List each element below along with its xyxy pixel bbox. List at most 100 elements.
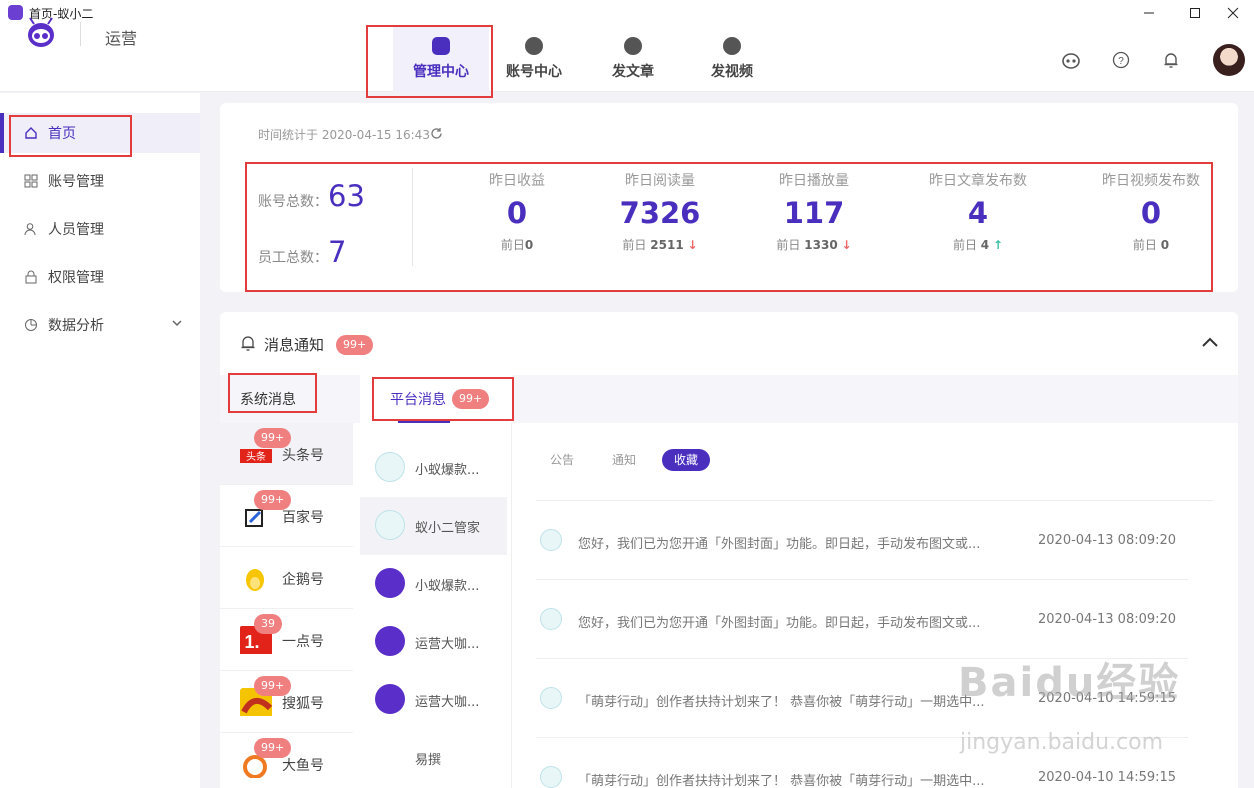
ant-avatar-icon xyxy=(375,452,405,482)
channel-item[interactable]: 小蚁爆款... xyxy=(360,555,507,613)
source-name: 搜狐号 xyxy=(282,696,324,712)
message-text: 「萌芽行动」创作者扶持计划来了！ 恭喜你被「萌芽行动」一期选中... xyxy=(578,774,985,788)
message-text: 您好，我们已为您开通「外图封面」功能。即日起，手动发布图文或... xyxy=(578,537,981,552)
source-name: 百家号 xyxy=(282,510,324,526)
channel-name: 蚁小二管家 xyxy=(415,521,481,536)
ant-avatar-icon xyxy=(375,684,405,714)
minimize-button[interactable] xyxy=(1126,0,1172,26)
close-icon xyxy=(1227,7,1239,19)
channel-item[interactable]: 小蚁爆款... xyxy=(360,439,507,497)
video-icon xyxy=(723,37,741,55)
source-item-sohu[interactable]: 99+ 搜狐号 xyxy=(220,671,353,733)
bell-icon xyxy=(241,336,255,351)
nav-tab-label: 账号中心 xyxy=(506,64,562,80)
robot-button[interactable] xyxy=(1061,50,1081,70)
source-name: 企鹅号 xyxy=(282,572,324,588)
sidebar-item-analytics[interactable]: 数据分析 xyxy=(0,305,200,345)
sidebar-item-permissions[interactable]: 权限管理 xyxy=(0,257,200,297)
ant-avatar-icon xyxy=(540,687,562,709)
channel-name: 运营大咖... xyxy=(415,637,480,652)
message-time: 2020-04-13 08:09:20 xyxy=(1038,533,1177,548)
source-name: 头条号 xyxy=(282,448,324,464)
source-badge: 39 xyxy=(254,614,282,634)
messages-badge: 99+ xyxy=(336,335,374,355)
help-button[interactable]: ? xyxy=(1111,50,1131,70)
title-bar xyxy=(0,0,1254,26)
channel-item[interactable]: 运营大咖... xyxy=(360,671,507,729)
annotation-box xyxy=(372,377,514,421)
close-button[interactable] xyxy=(1210,0,1254,26)
channel-name: 运营大咖... xyxy=(415,695,480,710)
sidebar-item-label: 权限管理 xyxy=(48,270,104,286)
article-icon xyxy=(624,37,642,55)
nav-tab-accounts[interactable]: 账号中心 xyxy=(486,26,582,92)
channel-item[interactable]: 易撰 xyxy=(360,729,507,787)
ant-avatar-icon xyxy=(375,568,405,598)
nav-tab-label: 发文章 xyxy=(612,64,654,80)
sidebar-item-label: 人员管理 xyxy=(48,222,104,238)
source-item-qie[interactable]: 企鹅号 xyxy=(220,547,353,609)
help-icon: ? xyxy=(1112,51,1130,69)
source-item-dayu[interactable]: 99+ 大鱼号 xyxy=(220,733,353,788)
annotation-box xyxy=(228,373,317,413)
filter-favorites[interactable]: 收藏 xyxy=(662,449,710,471)
sidebar-item-accounts[interactable]: 账号管理 xyxy=(0,161,200,201)
annotation-box xyxy=(245,162,1213,292)
filter-notice[interactable]: 通知 xyxy=(612,449,636,471)
filter-announcement[interactable]: 公告 xyxy=(550,449,574,471)
watermark: Baidu经验 xyxy=(958,660,1181,706)
divider xyxy=(536,579,1188,580)
svg-text:头条: 头条 xyxy=(246,450,266,463)
notification-button[interactable] xyxy=(1161,50,1181,70)
source-item-baijia[interactable]: 99+ 百家号 xyxy=(220,485,353,547)
divider xyxy=(536,500,1214,501)
message-text: 您好，我们已为您开通「外图封面」功能。即日起，手动发布图文或... xyxy=(578,616,981,631)
ant-avatar-icon xyxy=(540,529,562,551)
lock-icon xyxy=(24,270,38,284)
messages-title: 消息通知 xyxy=(264,336,325,354)
svg-text:?: ? xyxy=(1118,56,1124,67)
avatar[interactable] xyxy=(1213,44,1245,76)
yizhuan-logo-icon xyxy=(375,751,405,765)
ant-avatar-icon xyxy=(540,766,562,788)
active-indicator xyxy=(0,113,4,153)
nav-tab-article[interactable]: 发文章 xyxy=(585,26,681,92)
channel-item[interactable]: 运营大咖... xyxy=(360,613,507,671)
penguin-logo-icon xyxy=(246,569,264,591)
bell-icon xyxy=(1164,53,1178,68)
maximize-icon xyxy=(1190,8,1200,18)
message-row[interactable]: 您好，我们已为您开通「外图封面」功能。即日起，手动发布图文或... 2020-0… xyxy=(536,521,1216,561)
grid-icon xyxy=(24,174,38,188)
message-text: 「萌芽行动」创作者扶持计划来了！ 恭喜你被「萌芽行动」一期选中... xyxy=(578,695,985,710)
source-item-yidian[interactable]: 1. 39 一点号 xyxy=(220,609,353,671)
source-name: 一点号 xyxy=(282,634,324,650)
app-icon xyxy=(8,5,23,20)
message-row[interactable]: 「萌芽行动」创作者扶持计划来了！ 恭喜你被「萌芽行动」一期选中... 2020-… xyxy=(536,758,1216,788)
annotation-box xyxy=(366,25,493,98)
stats-timestamp: 时间统计于 2020-04-15 16:43 xyxy=(258,128,430,142)
nav-tab-label: 发视频 xyxy=(711,64,753,80)
message-row[interactable]: 您好，我们已为您开通「外图封面」功能。即日起，手动发布图文或... 2020-0… xyxy=(536,600,1216,640)
ant-logo-icon[interactable] xyxy=(24,16,58,50)
source-name: 大鱼号 xyxy=(282,758,324,774)
channel-name: 小蚁爆款... xyxy=(415,579,480,594)
user-icon xyxy=(24,222,38,236)
ant-avatar-icon xyxy=(375,510,405,540)
channel-item[interactable]: 蚁小二管家 xyxy=(360,497,507,555)
ant-avatar-icon xyxy=(375,626,405,656)
source-item-toutiao[interactable]: 头条 99+ 头条号 xyxy=(220,423,353,485)
pie-icon xyxy=(24,318,38,332)
nav-tab-video[interactable]: 发视频 xyxy=(684,26,780,92)
chevron-up-icon[interactable] xyxy=(1200,334,1220,350)
brand-label: 运营 xyxy=(105,29,138,48)
sidebar-item-label: 账号管理 xyxy=(48,174,104,190)
svg-text:1.: 1. xyxy=(244,632,259,652)
refresh-icon[interactable] xyxy=(430,127,443,140)
minimize-icon xyxy=(1144,12,1154,14)
annotation-box xyxy=(9,115,132,157)
sidebar-item-staff[interactable]: 人员管理 xyxy=(0,209,200,249)
channel-name: 小蚁爆款... xyxy=(415,463,480,478)
channel-name: 易撰 xyxy=(415,753,442,768)
chevron-down-icon[interactable] xyxy=(172,319,182,327)
robot-icon xyxy=(1062,53,1080,69)
